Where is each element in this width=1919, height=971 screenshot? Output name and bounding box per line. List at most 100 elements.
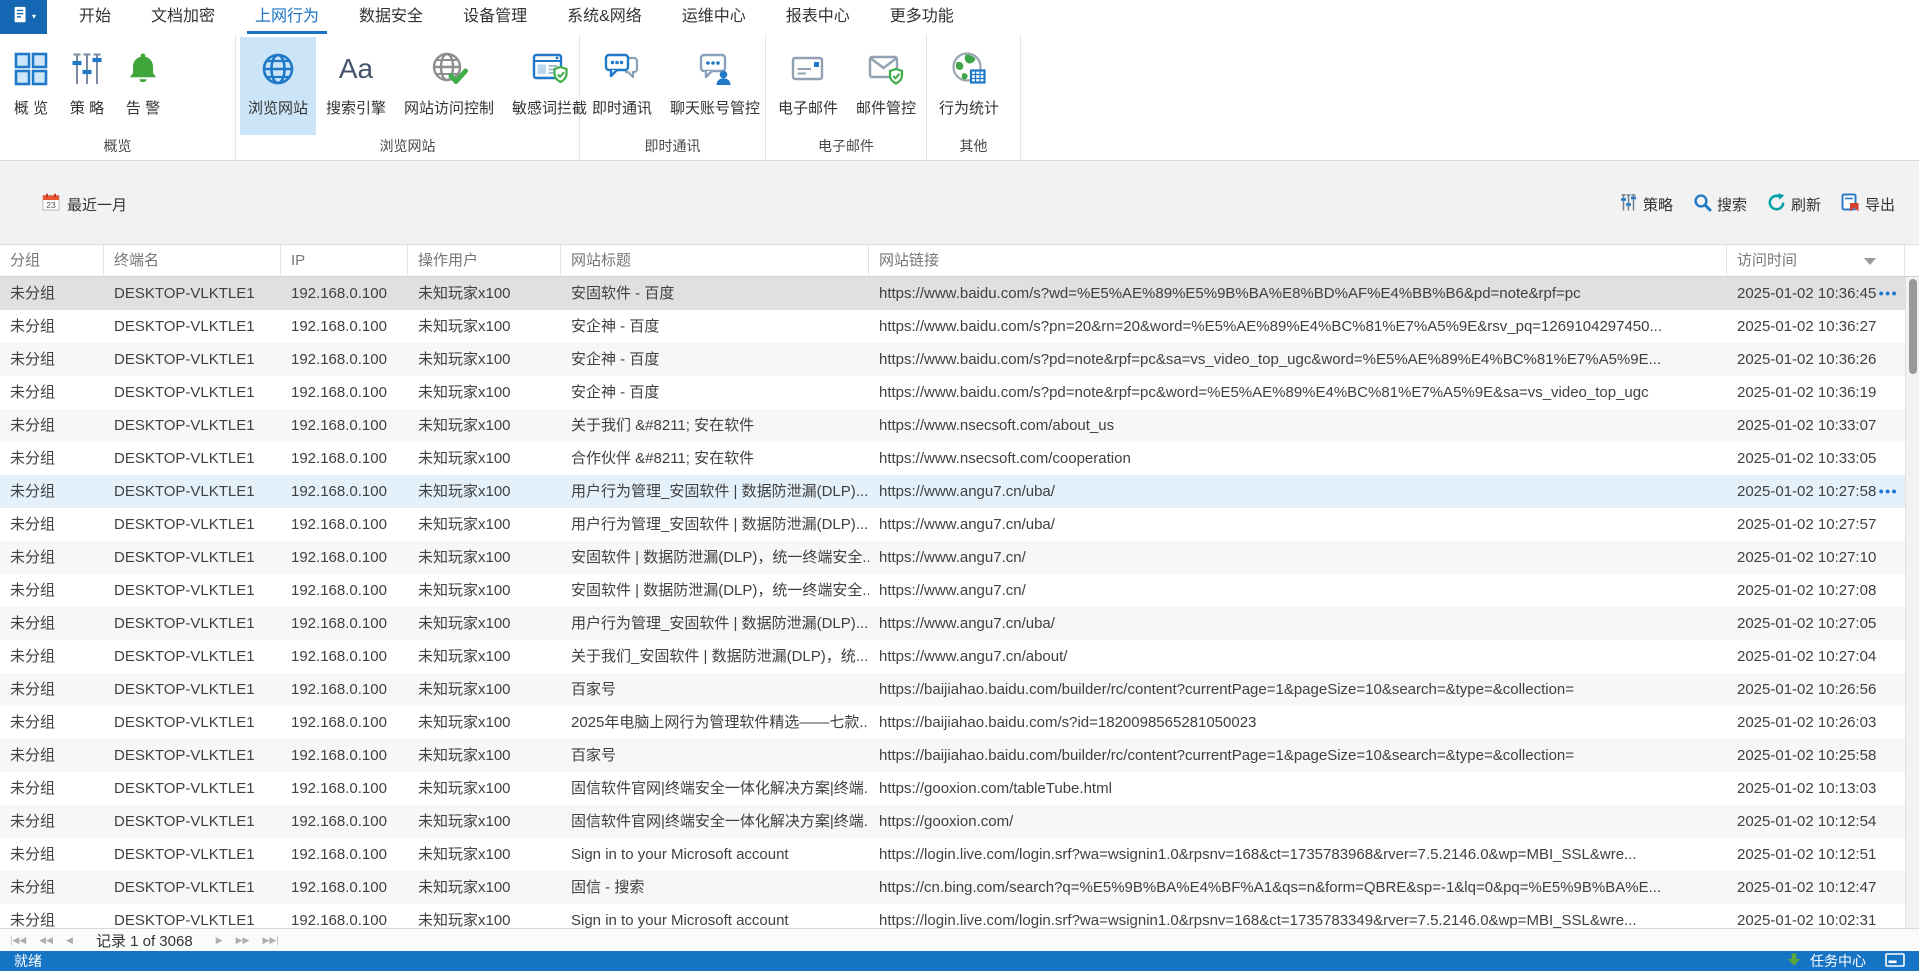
fast-previous-button[interactable]: ◀◀ (39, 935, 53, 946)
task-center-label: 任务中心 (1810, 951, 1866, 971)
message-window-icon (1885, 953, 1905, 970)
policy-button[interactable]: 策略 (1619, 193, 1673, 216)
row-actions-button[interactable]: ••• (1879, 475, 1898, 508)
column-header-time[interactable]: 访问时间 (1727, 245, 1905, 276)
ribbon-item-search-engine[interactable]: Aa 搜索引擎 (318, 37, 394, 135)
cell-ip: 192.168.0.100 (281, 772, 408, 805)
ribbon-item-mail-control[interactable]: 邮件管控 (848, 37, 924, 135)
menubar-tab[interactable]: 设备管理 (443, 0, 547, 34)
cell-terminal: DESKTOP-VLKTLE1 (104, 838, 281, 871)
table-row[interactable]: 未分组DESKTOP-VLKTLE1192.168.0.100未知玩家x100安… (0, 541, 1905, 574)
cell-group: 未分组 (0, 673, 104, 706)
cell-title: Sign in to your Microsoft account (561, 838, 869, 871)
cell-user: 未知玩家x100 (408, 574, 561, 607)
table-body: 未分组DESKTOP-VLKTLE1192.168.0.100未知玩家x100安… (0, 277, 1905, 928)
cell-user: 未知玩家x100 (408, 310, 561, 343)
task-center-button[interactable]: 任务中心 (1787, 951, 1905, 971)
menubar-tab[interactable]: 系统&网络 (547, 0, 662, 34)
table-row[interactable]: 未分组DESKTOP-VLKTLE1192.168.0.100未知玩家x100S… (0, 904, 1905, 928)
table-row[interactable]: 未分组DESKTOP-VLKTLE1192.168.0.100未知玩家x100用… (0, 508, 1905, 541)
email-envelope-icon (789, 44, 827, 94)
cell-ip: 192.168.0.100 (281, 409, 408, 442)
cell-user: 未知玩家x100 (408, 871, 561, 904)
cell-url: https://www.angu7.cn/uba/ (869, 475, 1727, 508)
ribbon-item-site-access-control[interactable]: 网站访问控制 (396, 37, 502, 135)
column-header-user[interactable]: 操作用户 (408, 245, 561, 276)
ribbon-item-policy[interactable]: 策 略 (60, 37, 114, 135)
table-row[interactable]: 未分组DESKTOP-VLKTLE1192.168.0.100未知玩家x100安… (0, 310, 1905, 343)
scrollbar-thumb[interactable] (1909, 279, 1917, 374)
cell-time: 2025-01-02 10:27:08 (1727, 574, 1905, 607)
column-header-url[interactable]: 网站链接 (869, 245, 1727, 276)
menubar-tab[interactable]: 文档加密 (131, 0, 235, 34)
table-row[interactable]: 未分组DESKTOP-VLKTLE1192.168.0.100未知玩家x100合… (0, 442, 1905, 475)
date-range-filter[interactable]: 23 最近一月 (42, 193, 127, 215)
cell-title: 安固软件 - 百度 (561, 277, 869, 310)
filter-band: 23 最近一月 策略 搜索 刷新 (0, 161, 1919, 244)
column-header-group[interactable]: 分组 (0, 245, 104, 276)
table-row[interactable]: 未分组DESKTOP-VLKTLE1192.168.0.100未知玩家x1002… (0, 706, 1905, 739)
ribbon-item-email[interactable]: 电子邮件 (770, 37, 846, 135)
cell-terminal: DESKTOP-VLKTLE1 (104, 640, 281, 673)
header-filler (1905, 245, 1919, 276)
menubar-tab[interactable]: 开始 (59, 0, 131, 34)
ribbon-item-behavior-stats[interactable]: 行为统计 (931, 37, 1007, 135)
vertical-scrollbar[interactable] (1905, 277, 1919, 928)
first-page-button[interactable]: |◀◀ (10, 935, 26, 946)
cell-ip: 192.168.0.100 (281, 310, 408, 343)
export-button-label: 导出 (1865, 194, 1895, 215)
table-row[interactable]: 未分组DESKTOP-VLKTLE1192.168.0.100未知玩家x100S… (0, 838, 1905, 871)
ribbon-item-alert[interactable]: 告 警 (116, 37, 170, 135)
table-row[interactable]: 未分组DESKTOP-VLKTLE1192.168.0.100未知玩家x100安… (0, 376, 1905, 409)
table-row[interactable]: 未分组DESKTOP-VLKTLE1192.168.0.100未知玩家x100固… (0, 772, 1905, 805)
ribbon-item-chat-account-control[interactable]: 聊天账号管控 (662, 37, 768, 135)
row-actions-button[interactable]: ••• (1879, 277, 1898, 310)
table-row[interactable]: 未分组DESKTOP-VLKTLE1192.168.0.100未知玩家x100用… (0, 475, 1905, 508)
ribbon-item-browse-websites[interactable]: 浏览网站 (240, 37, 316, 135)
search-button[interactable]: 搜索 (1693, 193, 1747, 216)
column-header-ip[interactable]: IP (281, 245, 408, 276)
table-row[interactable]: 未分组DESKTOP-VLKTLE1192.168.0.100未知玩家x100用… (0, 607, 1905, 640)
cell-ip: 192.168.0.100 (281, 343, 408, 376)
ribbon-item-overview[interactable]: 概 览 (4, 37, 58, 135)
table-row[interactable]: 未分组DESKTOP-VLKTLE1192.168.0.100未知玩家x100固… (0, 805, 1905, 838)
menubar-tab[interactable]: 报表中心 (766, 0, 870, 34)
cell-user: 未知玩家x100 (408, 508, 561, 541)
cell-ip: 192.168.0.100 (281, 607, 408, 640)
menubar-tab[interactable]: 更多功能 (870, 0, 974, 34)
table-row[interactable]: 未分组DESKTOP-VLKTLE1192.168.0.100未知玩家x100安… (0, 574, 1905, 607)
sort-descending-icon (1864, 258, 1876, 265)
cell-group: 未分组 (0, 442, 104, 475)
last-page-button[interactable]: ▶▶| (262, 935, 278, 946)
site-access-globe-check-icon (430, 44, 468, 94)
table-row[interactable]: 未分组DESKTOP-VLKTLE1192.168.0.100未知玩家x100固… (0, 871, 1905, 904)
previous-page-button[interactable]: ◀ (66, 935, 73, 946)
menubar-tab[interactable]: 数据安全 (339, 0, 443, 34)
table-row[interactable]: 未分组DESKTOP-VLKTLE1192.168.0.100未知玩家x100百… (0, 673, 1905, 706)
next-page-button[interactable]: ▶ (216, 935, 223, 946)
cell-time: 2025-01-02 10:13:03 (1727, 772, 1905, 805)
cell-ip: 192.168.0.100 (281, 805, 408, 838)
ribbon-item-instant-messaging[interactable]: 即时通讯 (584, 37, 660, 135)
cell-url: https://www.baidu.com/s?pn=20&rn=20&word… (869, 310, 1727, 343)
cell-group: 未分组 (0, 277, 104, 310)
export-button[interactable]: 导出 (1841, 193, 1895, 216)
column-header-terminal[interactable]: 终端名 (104, 245, 281, 276)
cell-time: 2025-01-02 10:27:58••• (1727, 475, 1905, 508)
status-ready-text: 就绪 (14, 951, 42, 971)
cell-group: 未分组 (0, 640, 104, 673)
table-row[interactable]: 未分组DESKTOP-VLKTLE1192.168.0.100未知玩家x100关… (0, 409, 1905, 442)
cell-user: 未知玩家x100 (408, 706, 561, 739)
table-row[interactable]: 未分组DESKTOP-VLKTLE1192.168.0.100未知玩家x100百… (0, 739, 1905, 772)
fast-next-button[interactable]: ▶▶ (236, 935, 250, 946)
table-row[interactable]: 未分组DESKTOP-VLKTLE1192.168.0.100未知玩家x100关… (0, 640, 1905, 673)
table-row[interactable]: 未分组DESKTOP-VLKTLE1192.168.0.100未知玩家x100安… (0, 343, 1905, 376)
column-header-title[interactable]: 网站标题 (561, 245, 869, 276)
menubar-tab[interactable]: 上网行为 (235, 0, 339, 34)
table-row[interactable]: 未分组DESKTOP-VLKTLE1192.168.0.100未知玩家x100安… (0, 277, 1905, 310)
app-menu-button[interactable]: ▾ (0, 0, 47, 34)
cell-title: 安企神 - 百度 (561, 343, 869, 376)
cell-title: 安企神 - 百度 (561, 376, 869, 409)
menubar-tab[interactable]: 运维中心 (662, 0, 766, 34)
refresh-button[interactable]: 刷新 (1767, 193, 1821, 216)
